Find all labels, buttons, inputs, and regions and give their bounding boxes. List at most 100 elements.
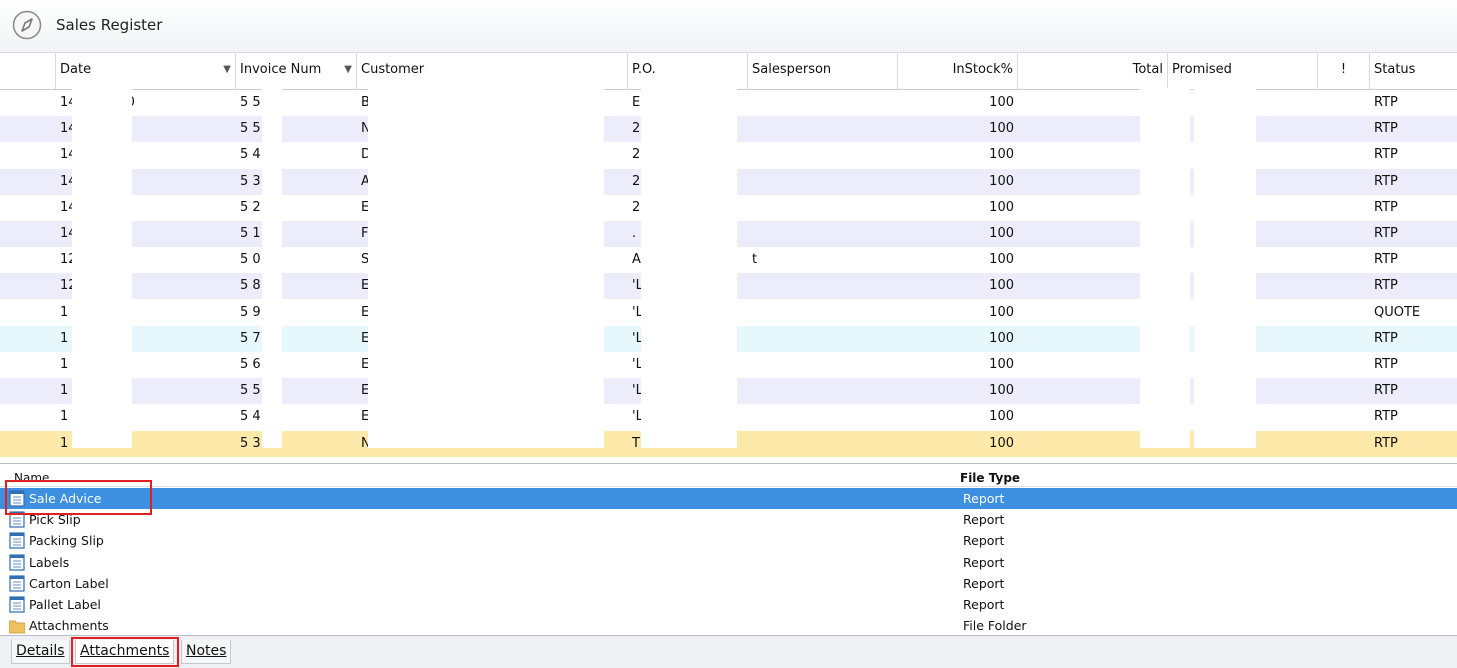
column-header-customer[interactable]: Customer: [357, 53, 628, 89]
cell-status: RTP: [1374, 435, 1398, 451]
cell-inv: 5 5: [240, 95, 261, 110]
cell-inv: 5 2: [240, 199, 261, 215]
folder-icon: [9, 620, 25, 634]
cell-sales: [748, 352, 898, 378]
sales-register-grid[interactable]: Date ▼ Invoice Num ▼ Customer P.O. Sales…: [0, 53, 1457, 462]
attachment-row[interactable]: Pick Slip Report: [0, 509, 1457, 530]
cell-status: RTP: [1374, 330, 1398, 346]
column-header-file-type[interactable]: File Type: [960, 470, 1020, 486]
cell-status: RTP: [1374, 121, 1398, 137]
cell-sales: [748, 431, 898, 457]
cell-status: QUOTE: [1374, 304, 1421, 320]
cell-inv: 5 5: [240, 121, 261, 137]
cell-inv: 5 4: [240, 147, 261, 163]
cell-instock: 100: [989, 330, 1014, 346]
attachment-row[interactable]: Sale Advice Report: [0, 488, 1457, 509]
attachment-file-type: Report: [963, 554, 1005, 570]
cell-inv: 5 3: [240, 435, 261, 451]
attachment-name: Attachments: [29, 618, 109, 634]
column-header-po[interactable]: P.O.: [628, 53, 748, 89]
cell-inv: 5 7: [240, 330, 261, 346]
redaction-block: [1140, 88, 1190, 448]
attachments-header: Name File Type: [0, 470, 1457, 487]
column-header-salesperson[interactable]: Salesperson: [748, 53, 898, 89]
cell-sales: [748, 273, 898, 299]
cell-inv: 5 8: [240, 278, 261, 294]
filter-arrow-icon[interactable]: ▼: [223, 53, 231, 87]
report-icon: [9, 553, 25, 571]
redaction-block: [72, 88, 132, 448]
cell-instock: 100: [989, 95, 1014, 110]
attachment-row[interactable]: Attachments File Folder: [0, 615, 1457, 636]
cell-status: RTP: [1374, 409, 1398, 425]
cell-flag: [1318, 404, 1370, 430]
report-icon: [9, 596, 25, 613]
compass-icon[interactable]: [12, 10, 42, 40]
cell-flag: [1318, 326, 1370, 352]
filter-arrow-icon[interactable]: ▼: [344, 53, 352, 87]
cell-sales: [748, 142, 898, 168]
attachment-name: Packing Slip: [29, 533, 104, 549]
cell-instock: 100: [989, 409, 1014, 425]
column-header-status[interactable]: Status: [1370, 53, 1457, 89]
cell-inv: 5 4: [240, 409, 261, 425]
cell-flag: [1318, 300, 1370, 326]
cell-sales: [748, 300, 898, 326]
cell-status: RTP: [1374, 95, 1398, 110]
report-icon: [9, 532, 25, 549]
column-header-instock[interactable]: InStock%: [898, 53, 1018, 89]
cell-flag: [1318, 247, 1370, 273]
attachment-name: Pallet Label: [29, 597, 101, 612]
row-indicator-header: [0, 53, 56, 89]
cell-sales: [748, 404, 898, 430]
cell-inv: 5 0: [240, 252, 261, 268]
cell-instock: 100: [989, 226, 1014, 241]
cell-flag: [1318, 142, 1370, 168]
cell-status: RTP: [1374, 226, 1398, 241]
tab-notes[interactable]: Notes: [181, 640, 232, 664]
cell-flag: [1318, 273, 1370, 299]
cell-status: RTP: [1374, 357, 1398, 372]
cell-inv: 5 1: [240, 226, 261, 241]
cell-sales: [748, 169, 898, 195]
cell-instock: 100: [989, 304, 1014, 320]
redaction-block: [641, 88, 737, 448]
cell-instock: 100: [989, 383, 1014, 399]
cell-sales: [748, 90, 898, 116]
annotation-highlight-box: [5, 480, 152, 515]
column-header-promised[interactable]: Promised: [1168, 53, 1318, 89]
cell-flag: [1318, 221, 1370, 247]
column-header-date[interactable]: Date ▼: [56, 53, 236, 89]
cell-flag: [1318, 169, 1370, 195]
attachment-file-type: Report: [963, 512, 1005, 528]
attachment-row[interactable]: Labels Report: [0, 552, 1457, 573]
redaction-block: [1194, 88, 1256, 448]
cell-sales: [748, 116, 898, 142]
cell-instock: 100: [989, 357, 1014, 372]
cell-flag: [1318, 431, 1370, 457]
column-header-total[interactable]: Total: [1018, 53, 1168, 89]
cell-instock: 100: [989, 147, 1014, 163]
cell-inv: 5 6: [240, 357, 261, 372]
attachment-row[interactable]: Carton Label Report: [0, 573, 1457, 594]
attachment-name: Labels: [29, 554, 70, 570]
attachment-name: Carton Label: [29, 575, 109, 591]
attachment-file-type: Report: [963, 597, 1005, 612]
cell-status: RTP: [1374, 199, 1398, 215]
cell-instock: 100: [989, 199, 1014, 215]
column-header-invoice-num[interactable]: Invoice Num ▼: [236, 53, 357, 89]
attachment-row[interactable]: Pallet Label Report: [0, 594, 1457, 615]
attachment-row[interactable]: Packing Slip Report: [0, 530, 1457, 551]
cell-status: RTP: [1374, 252, 1398, 268]
tab-details[interactable]: Details: [11, 640, 70, 664]
title-bar: Sales Register: [0, 0, 1457, 53]
cell-instock: 100: [989, 278, 1014, 294]
column-label: Invoice Num: [240, 62, 322, 77]
column-header-flag[interactable]: !: [1318, 53, 1370, 89]
cell-sales: [748, 221, 898, 247]
cell-flag: [1318, 90, 1370, 116]
cell-status: RTP: [1374, 383, 1398, 399]
cell-sales: [748, 326, 898, 352]
cell-status: RTP: [1374, 147, 1398, 163]
attachment-file-type: Report: [963, 533, 1005, 549]
